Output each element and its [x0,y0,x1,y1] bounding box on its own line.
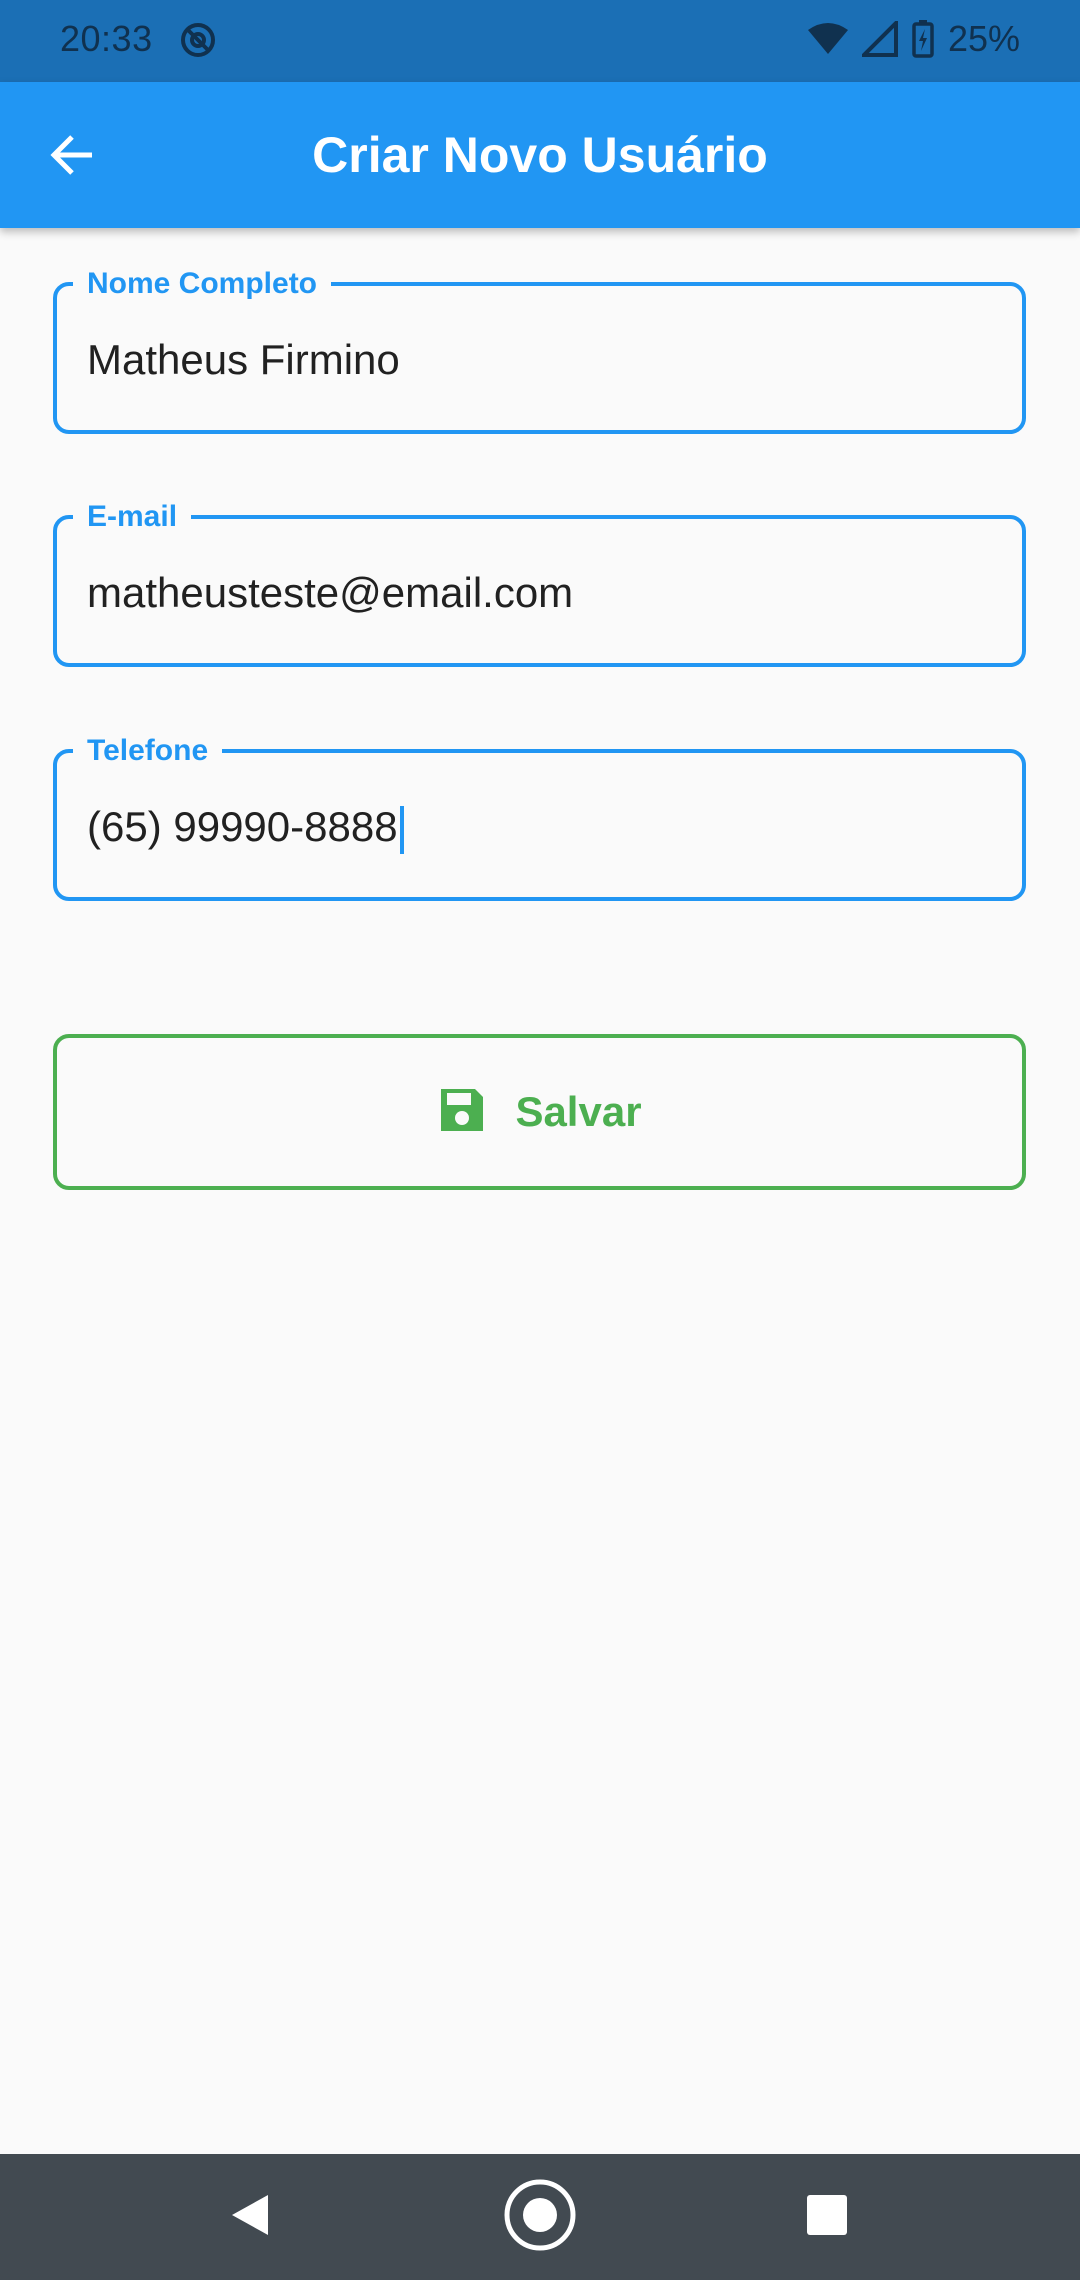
status-bar: 20:33 25% [0,0,1080,82]
save-button[interactable]: Salvar [53,1034,1026,1190]
name-field[interactable]: Nome Completo Matheus Firmino [53,264,1026,434]
floppy-disk-icon [437,1085,487,1140]
text-cursor [399,805,404,854]
email-field[interactable]: E-mail matheusteste@email.com [53,497,1026,667]
status-icons: 25% [807,18,1020,60]
email-input[interactable]: matheusteste@email.com [87,563,573,623]
recents-square-icon [806,2194,848,2241]
page-title: Criar Novo Usuário [312,127,768,183]
system-nav-bar [0,2154,1080,2280]
phone-field-label: Telefone [73,731,223,771]
wifi-icon [807,22,848,56]
phone-input[interactable]: (65) 99990-8888 [87,803,398,850]
phone-input-wrapper[interactable]: (65) 99990-8888 [87,797,404,857]
home-circle-icon [502,2177,578,2258]
signal-icon [861,21,898,57]
email-field-label: E-mail [73,497,192,537]
battery-charging-icon [912,20,934,58]
back-triangle-icon [228,2191,272,2244]
battery-percentage: 25% [947,18,1020,59]
status-time: 20:33 [60,18,153,59]
nav-recents-button[interactable] [787,2177,867,2257]
name-input[interactable]: Matheus Firmino [87,330,400,390]
dnd-icon [178,20,218,60]
nav-home-button[interactable] [500,2177,580,2257]
name-field-label: Nome Completo [73,264,332,304]
nav-back-button[interactable] [210,2177,290,2257]
save-button-label: Salvar [515,1088,642,1135]
app-bar: Criar Novo Usuário [0,82,1080,228]
phone-field[interactable]: Telefone (65) 99990-8888 [53,731,1026,901]
